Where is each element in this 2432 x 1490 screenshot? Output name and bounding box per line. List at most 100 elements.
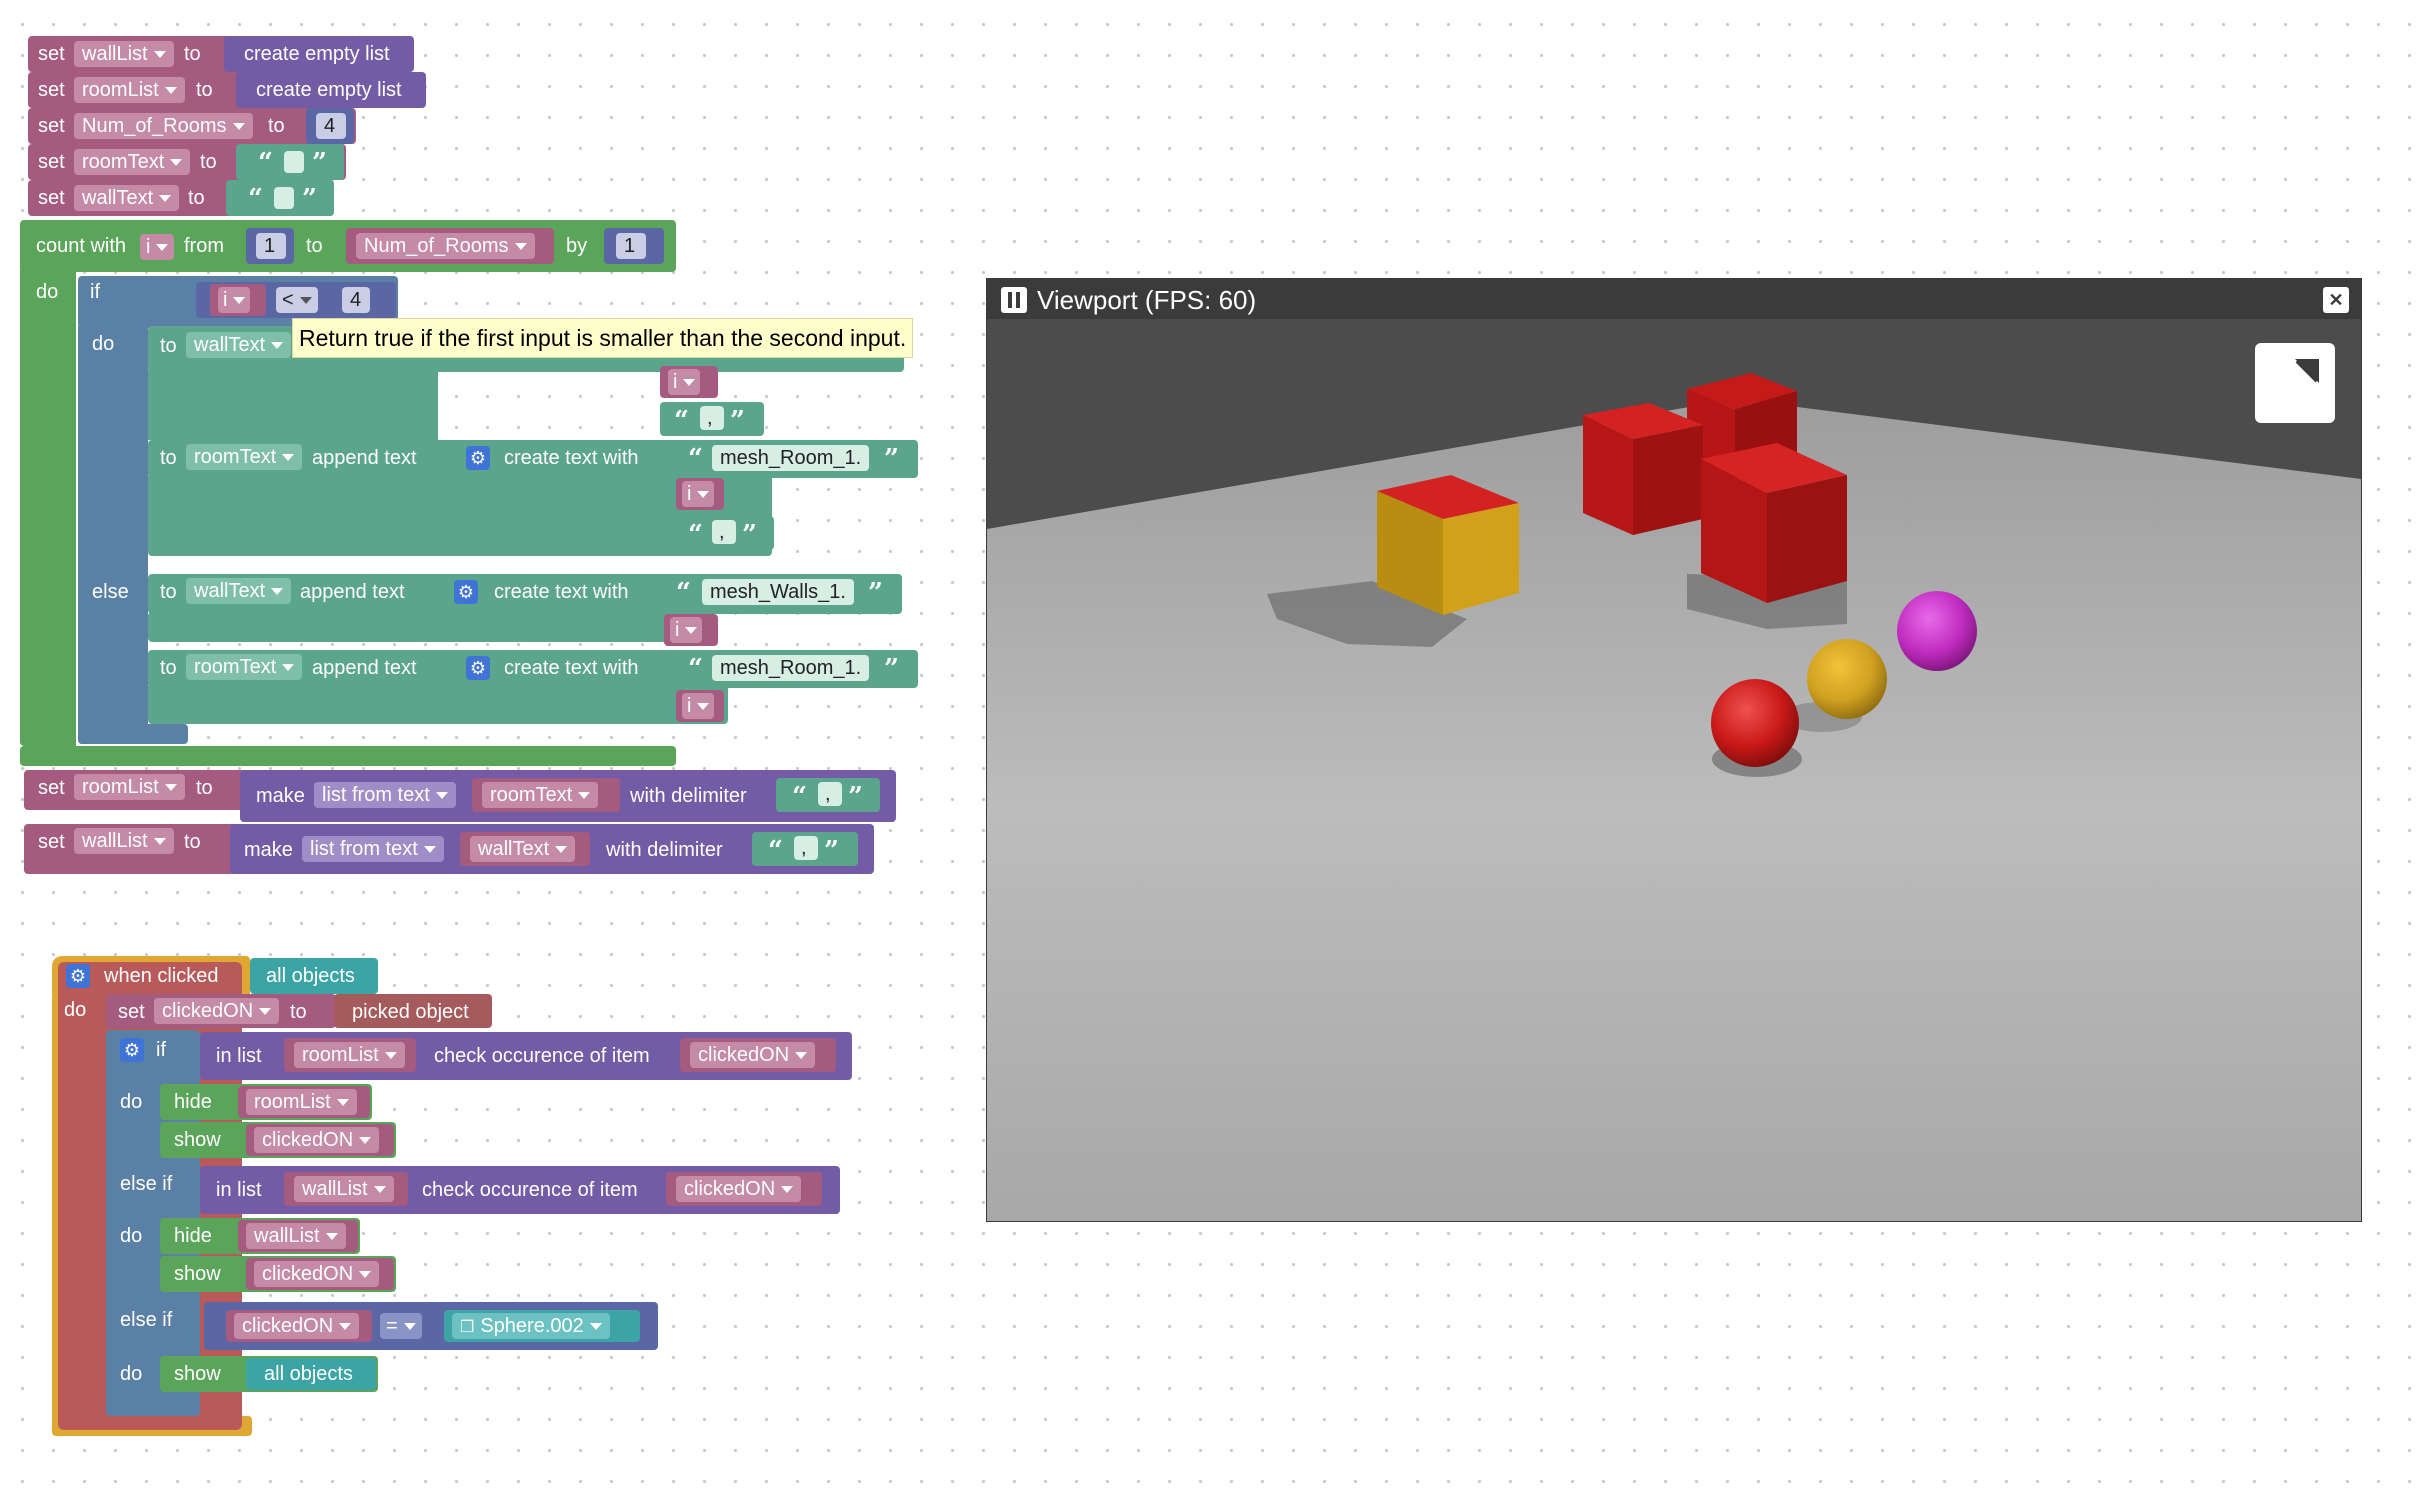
variable-dropdown-roomtext[interactable]: roomText [74, 149, 191, 175]
text-field[interactable]: mesh_Room_1. [712, 655, 870, 681]
set-keyword: set [38, 777, 65, 799]
operator-dropdown[interactable]: < [276, 287, 318, 313]
text-field[interactable]: , [712, 520, 736, 544]
variable-dropdown-walltext[interactable]: wallText [186, 332, 292, 358]
variable-dropdown-walllist[interactable]: wallList [294, 1176, 394, 1202]
fullscreen-button[interactable] [2255, 343, 2335, 423]
variable-dropdown-clickedon[interactable]: clickedON [254, 1127, 380, 1153]
variable-dropdown-num-of-rooms[interactable]: Num_of_Rooms [356, 233, 535, 259]
check-occurence-label: check occurence of item [422, 1179, 638, 1201]
gear-icon[interactable]: ⚙ [66, 964, 90, 988]
variable-dropdown-clickedon[interactable]: clickedON [676, 1176, 802, 1202]
variable-dropdown-num-of-rooms[interactable]: Num_of_Rooms [74, 113, 253, 139]
from-keyword: from [184, 235, 224, 257]
close-quote-icon: ” [312, 148, 327, 178]
variable-dropdown-i[interactable]: i [668, 369, 701, 395]
gear-icon[interactable]: ⚙ [466, 446, 490, 470]
gear-icon[interactable]: ⚙ [454, 580, 478, 604]
chevron-down-icon [233, 297, 246, 305]
text-field[interactable]: mesh_Walls_1. [702, 579, 854, 605]
number-field[interactable]: 1 [616, 233, 646, 259]
all-objects-label: all objects [266, 965, 355, 987]
append-text-body [148, 370, 438, 440]
variable-dropdown-clickedon[interactable]: clickedON [254, 1261, 380, 1287]
tooltip: Return true if the first input is smalle… [292, 318, 914, 358]
chevron-down-icon [232, 123, 245, 131]
variable-dropdown-roomtext[interactable]: roomText [186, 654, 303, 680]
variable-dropdown-roomlist[interactable]: roomList [246, 1089, 357, 1115]
chevron-down-icon [589, 1323, 602, 1331]
chevron-down-icon [403, 1323, 416, 1331]
open-quote-icon: “ [676, 578, 691, 608]
chevron-down-icon [384, 1052, 397, 1060]
chevron-down-icon [555, 846, 568, 854]
number-field[interactable]: 4 [342, 287, 370, 313]
loop-variable-dropdown[interactable]: i [140, 234, 175, 260]
append-text-label: append text [300, 581, 405, 603]
chevron-down-icon [282, 454, 295, 462]
chevron-down-icon [156, 244, 169, 252]
text-field[interactable]: , [794, 836, 818, 860]
variable-dropdown-walltext[interactable]: wallText [186, 578, 292, 604]
chevron-down-icon [299, 297, 312, 305]
operator-dropdown[interactable]: = [380, 1313, 422, 1339]
variable-dropdown-walllist[interactable]: wallList [74, 828, 174, 854]
count-with-keyword: count with [36, 235, 127, 257]
empty-text-field[interactable] [284, 151, 304, 173]
if-keyword: if [156, 1039, 166, 1061]
to-keyword: to [160, 335, 177, 357]
variable-dropdown-i[interactable]: i [682, 481, 715, 507]
variable-dropdown-i[interactable]: i [682, 693, 715, 719]
gear-icon[interactable]: ⚙ [120, 1038, 144, 1062]
number-field[interactable]: 1 [256, 233, 286, 259]
text-field[interactable]: , [818, 782, 842, 806]
empty-text-field[interactable] [274, 187, 294, 209]
text-field[interactable]: , [700, 406, 724, 430]
variable-dropdown-walltext[interactable]: wallText [74, 185, 180, 211]
variable-dropdown-roomlist[interactable]: roomList [294, 1042, 405, 1068]
set-keyword: set [38, 831, 65, 853]
variable-dropdown-clickedon[interactable]: clickedON [154, 998, 280, 1024]
viewport-window[interactable]: Viewport (FPS: 60) ✕ [986, 278, 2362, 1222]
open-quote-icon: “ [792, 782, 807, 812]
variable-dropdown-roomlist[interactable]: roomList [74, 774, 185, 800]
chevron-down-icon [282, 664, 295, 672]
variable-dropdown-roomtext[interactable]: roomText [186, 444, 303, 470]
chevron-down-icon [271, 342, 284, 350]
chevron-down-icon [170, 159, 183, 167]
to-keyword: to [160, 581, 177, 603]
chevron-down-icon [781, 1186, 794, 1194]
chevron-down-icon [164, 87, 177, 95]
number-field[interactable]: 4 [316, 113, 346, 139]
gear-icon[interactable]: ⚙ [466, 656, 490, 680]
count-with-loop-footer [20, 746, 676, 766]
close-quote-icon: ” [824, 836, 839, 866]
variable-dropdown-roomlist[interactable]: roomList [74, 77, 185, 103]
chevron-down-icon [435, 792, 448, 800]
list-mode-dropdown[interactable]: list from text [302, 836, 444, 862]
do-keyword: do [36, 281, 59, 303]
append-text-body [148, 612, 708, 642]
variable-dropdown-clickedon[interactable]: clickedON [234, 1313, 360, 1339]
append-text-body [148, 686, 728, 724]
variable-dropdown-roomtext[interactable]: roomText [482, 782, 599, 808]
append-text-label: append text [312, 447, 417, 469]
pause-icon[interactable] [1001, 287, 1027, 313]
set-keyword: set [38, 115, 65, 137]
3d-scene[interactable] [987, 319, 2361, 1221]
in-list-label: in list [216, 1179, 262, 1201]
text-field[interactable]: mesh_Room_1. [712, 445, 870, 471]
variable-dropdown-i[interactable]: i [218, 287, 251, 313]
variable-dropdown-walltext[interactable]: wallText [470, 836, 576, 862]
variable-dropdown-clickedon[interactable]: clickedON [690, 1042, 816, 1068]
do-keyword: do [92, 333, 115, 355]
show-keyword: show [174, 1129, 221, 1151]
variable-dropdown-walllist[interactable]: wallList [246, 1223, 346, 1249]
list-mode-dropdown[interactable]: list from text [314, 782, 456, 808]
object-dropdown[interactable]: ❒ Sphere.002 [452, 1313, 610, 1339]
variable-dropdown-walllist[interactable]: wallList [74, 41, 174, 67]
close-icon[interactable]: ✕ [2323, 287, 2349, 313]
chevron-down-icon [164, 784, 177, 792]
to-keyword: to [184, 43, 201, 65]
variable-dropdown-i[interactable]: i [670, 617, 703, 643]
